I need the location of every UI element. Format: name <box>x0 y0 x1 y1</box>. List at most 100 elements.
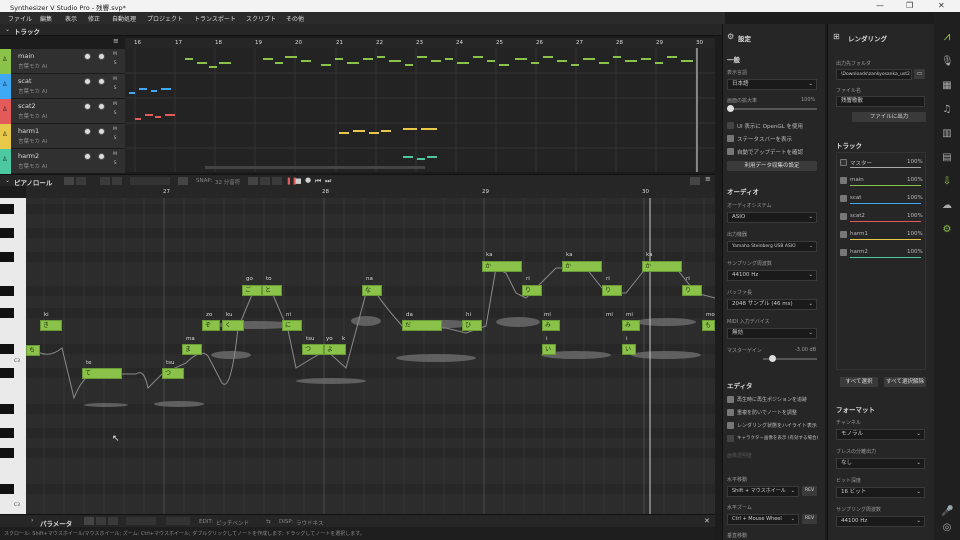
black-key[interactable] <box>0 286 14 296</box>
note[interactable]: も <box>702 320 715 331</box>
volume-knob[interactable] <box>84 53 91 60</box>
breath-select[interactable]: なし ⌄ <box>836 458 925 469</box>
note[interactable]: よ <box>324 344 346 355</box>
track-name[interactable]: harm2 <box>18 152 39 160</box>
close-icon[interactable]: ✕ <box>704 517 710 525</box>
note[interactable]: ひ <box>462 320 482 331</box>
note[interactable]: い <box>622 344 636 355</box>
track-row-harm1[interactable]: ♙ harm1 言葉モカ AI M S <box>0 124 125 149</box>
pitch-tool-icon[interactable] <box>100 177 110 185</box>
output-folder-field[interactable]: \Downloads\zankyosanka_ust2 <box>836 69 912 80</box>
track-row-harm2[interactable]: ♙ harm2 言葉モカ AI M S <box>0 149 125 174</box>
mute-button[interactable]: M <box>112 102 118 108</box>
menu-edit[interactable]: 編集 <box>40 14 52 23</box>
menu-view[interactable]: 表示 <box>65 14 77 23</box>
param-line-icon[interactable] <box>108 517 118 525</box>
note[interactable]: ま <box>182 344 202 355</box>
skip-forward-icon[interactable]: ⏭ <box>325 177 331 186</box>
pan-knob[interactable] <box>98 53 105 60</box>
note[interactable]: き <box>40 320 62 331</box>
data-collection-button[interactable]: 利用データ収集の設定 <box>727 161 817 171</box>
pianoroll-ruler[interactable]: 27 28 29 30 <box>26 186 715 198</box>
library-icon[interactable]: ▦ <box>941 80 953 92</box>
track-row-scat[interactable]: ♙ scat 言葉モカ AI M S <box>0 74 125 99</box>
scale-slider[interactable] <box>727 105 817 112</box>
volume-knob[interactable] <box>84 153 91 160</box>
microphone-icon[interactable]: 🎙 <box>941 56 954 68</box>
folder-icon[interactable]: ▭ <box>914 69 925 79</box>
black-key[interactable] <box>0 428 14 438</box>
solo-button[interactable]: S <box>112 161 118 167</box>
loop-icon[interactable] <box>260 177 270 185</box>
volume-knob[interactable] <box>84 103 91 110</box>
render-export-icon[interactable]: ⇩ <box>941 176 953 188</box>
mic-icon[interactable]: 🎤 <box>941 506 953 518</box>
slider-thumb[interactable] <box>769 355 776 362</box>
param-pen-icon[interactable] <box>96 517 106 525</box>
param-select-icon[interactable] <box>84 517 94 525</box>
pan-knob[interactable] <box>98 103 105 110</box>
black-key[interactable] <box>0 228 14 238</box>
black-key[interactable] <box>0 204 14 214</box>
output-device-select[interactable]: Yamaha Steinberg USB ASIO ⌄ <box>727 241 817 252</box>
language-select[interactable]: 日本語 ⌄ <box>727 79 817 90</box>
menu-script[interactable]: スクリプト <box>246 14 276 23</box>
expand-icon[interactable]: › <box>31 517 33 524</box>
checkbox-overlap[interactable] <box>727 409 734 416</box>
menu-file[interactable]: ファイル <box>8 14 32 23</box>
volume-knob[interactable] <box>84 78 91 85</box>
note[interactable]: つ <box>162 368 184 379</box>
menu-auto[interactable]: 自動処理 <box>112 14 136 23</box>
record-icon[interactable]: ● <box>305 176 311 184</box>
hzoom-reverse-button[interactable]: REV <box>802 514 817 524</box>
solo-button[interactable]: S <box>112 136 118 142</box>
note[interactable]: ご <box>242 285 262 296</box>
note[interactable]: と <box>262 285 282 296</box>
black-key[interactable] <box>0 308 14 318</box>
note[interactable]: に <box>282 320 302 331</box>
bit-depth-select[interactable]: 16 ビット ⌄ <box>836 487 925 498</box>
pan-knob[interactable] <box>98 153 105 160</box>
audio-system-select[interactable]: ASIO ⌄ <box>727 212 817 223</box>
bars-icon[interactable]: ▥ <box>941 128 953 140</box>
deselect-all-button[interactable]: すべて選択解除 <box>884 377 926 387</box>
metronome-icon[interactable] <box>272 177 282 185</box>
note[interactable]: ち <box>26 345 40 356</box>
note[interactable]: て <box>82 368 122 379</box>
edit-param-value[interactable]: ピッチベンド <box>216 519 249 527</box>
mute-button[interactable]: M <box>112 127 118 133</box>
hmove-select[interactable]: Shift + マウスホイール ⌄ <box>727 486 799 497</box>
note[interactable]: つ <box>302 344 324 355</box>
black-key[interactable] <box>0 404 14 414</box>
filename-field[interactable]: 残響歌散 <box>836 96 925 107</box>
note[interactable]: だ <box>402 320 442 331</box>
select-tool-icon[interactable] <box>64 177 74 185</box>
select-all-button[interactable]: すべて選択 <box>840 377 878 387</box>
checkbox-follow[interactable] <box>727 396 734 403</box>
menu-transport[interactable]: トランスポート <box>194 14 236 23</box>
note-properties-icon[interactable]: ♫ <box>941 104 953 116</box>
black-key[interactable] <box>0 252 14 262</box>
checkbox-character[interactable] <box>727 435 734 442</box>
export-button[interactable]: ファイルに出力 <box>852 112 926 122</box>
param-curve-group[interactable] <box>126 517 156 525</box>
collapse-icon[interactable]: ⌄ <box>5 26 10 33</box>
note[interactable]: な <box>362 285 382 296</box>
black-key[interactable] <box>0 484 14 494</box>
collapse-icon[interactable]: ⌄ <box>5 177 10 184</box>
help-icon[interactable]: ◎ <box>941 522 953 534</box>
pianoroll-grid[interactable]: ki き ち te て tsu つ ma ま zo ぞ ku く go ご to… <box>26 198 715 514</box>
checkbox-update[interactable] <box>727 148 734 155</box>
book-icon[interactable]: ▤ <box>941 152 953 164</box>
grid-icon[interactable] <box>178 177 188 185</box>
black-key[interactable] <box>0 448 14 458</box>
note[interactable]: く <box>222 320 244 331</box>
mute-button[interactable]: M <box>112 152 118 158</box>
note[interactable]: り <box>602 285 622 296</box>
view-toggle-icon[interactable] <box>690 177 700 185</box>
stop-icon[interactable]: ■ <box>295 177 302 185</box>
swap-icon[interactable]: ⇆ <box>266 519 271 525</box>
hmove-reverse-button[interactable]: REV <box>802 486 817 496</box>
close-button[interactable]: ✕ <box>938 1 945 10</box>
black-key[interactable] <box>0 368 14 378</box>
